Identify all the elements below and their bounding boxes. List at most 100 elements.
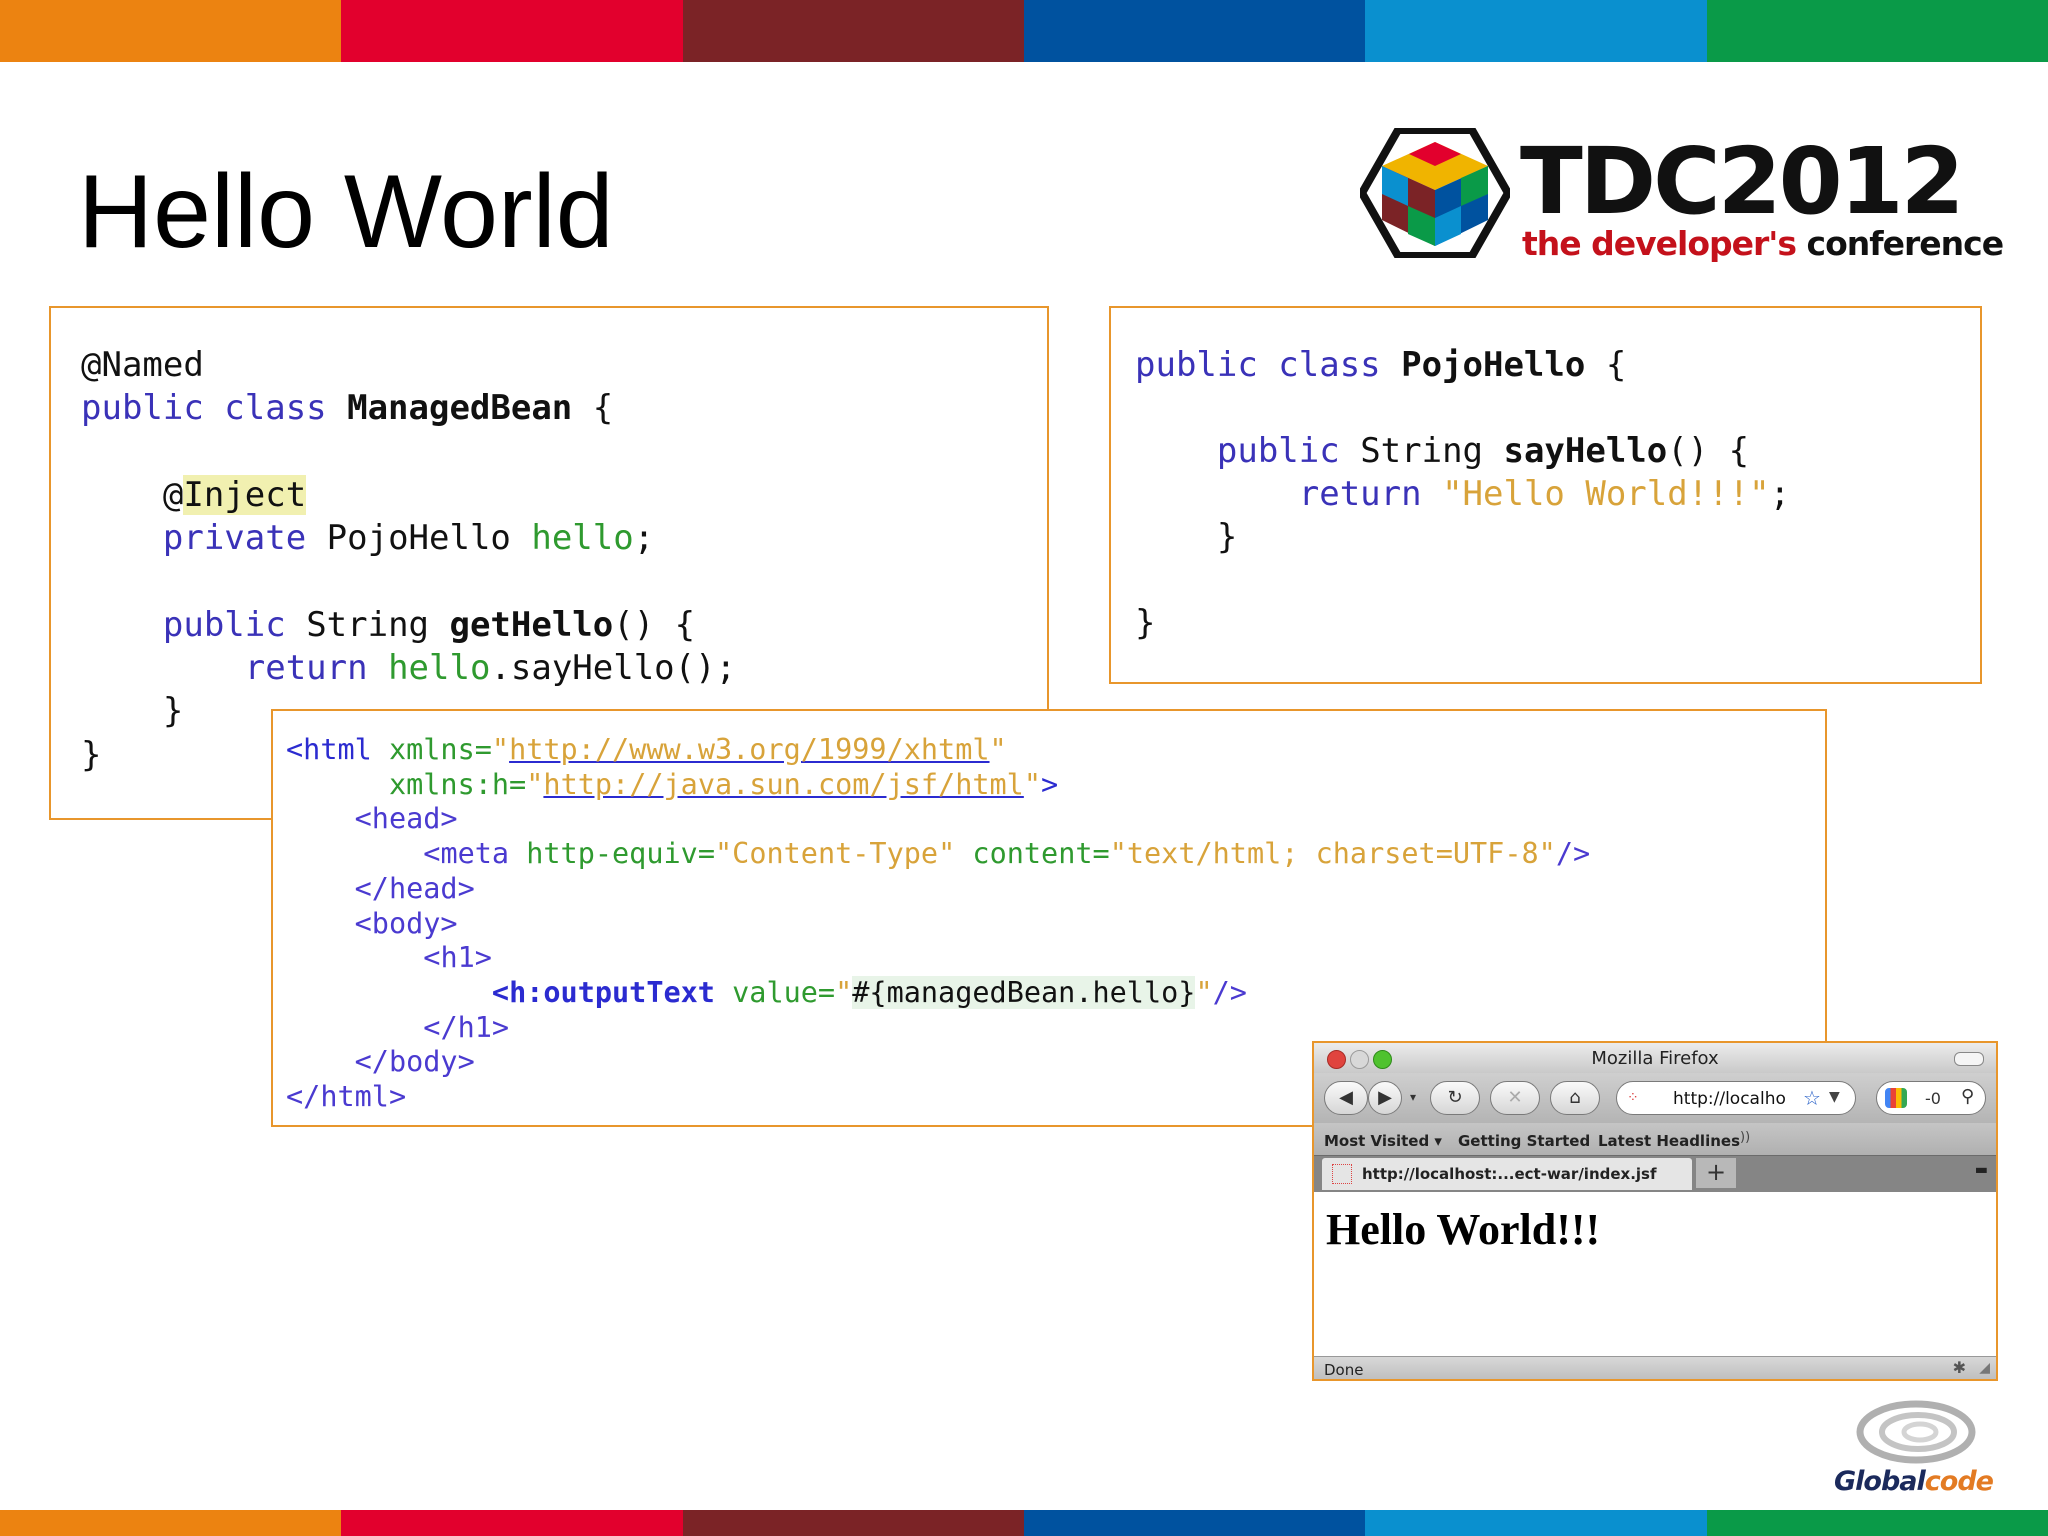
xmlns-url-link[interactable]: http://www.w3.org/1999/xhtml [509, 733, 989, 766]
globalcode-wordmark: Globalcode [1834, 1466, 1994, 1497]
inject-annotation: Inject [183, 474, 307, 515]
tdc-tagline-part2: conference [1806, 224, 2005, 263]
history-dropdown-icon[interactable]: ▾ [1406, 1081, 1420, 1115]
stripe-segment [1023, 1510, 1366, 1536]
home-button[interactable]: ⌂ [1550, 1081, 1600, 1115]
tab-favicon-icon [1332, 1164, 1352, 1184]
pojo-hello-code: public class PojoHello { public String s… [1135, 344, 1790, 645]
stripe-segment [1706, 0, 2048, 62]
status-bar: Done ✱ ◢ [1314, 1356, 1996, 1379]
tdc-tagline-part1: the developer's [1522, 224, 1797, 263]
method-close-brace: } [162, 691, 184, 732]
pojo-return-string: "Hello World!!!" [1442, 474, 1770, 514]
pojo-class-keyword: public class [1135, 345, 1402, 385]
bookmark-star-icon[interactable]: ☆ [1803, 1086, 1821, 1110]
xmlns-h-url-link[interactable]: http://java.sun.com/jsf/html [543, 768, 1023, 801]
tdc-logo: TDC2012 the developer's conference [1360, 128, 2004, 268]
inject-at: @ [162, 474, 184, 515]
bookmarks-toolbar: Most Visited ▾ Getting Started Latest He… [1314, 1123, 1996, 1155]
tab-bar: http://localhost:...ect-war/index.jsf + … [1314, 1155, 1996, 1192]
pojo-method-name: sayHello [1503, 431, 1668, 471]
return-keyword: return [244, 648, 389, 689]
pojo-open-brace: { [1585, 345, 1627, 385]
back-button[interactable]: ◀ [1324, 1081, 1368, 1115]
private-keyword: private [162, 518, 327, 559]
status-text: Done [1324, 1361, 1364, 1379]
field-name: hello [531, 518, 634, 559]
reload-button[interactable]: ↻ [1430, 1081, 1480, 1115]
window-title: Mozilla Firefox [1591, 1048, 1719, 1069]
new-tab-button[interactable]: + [1696, 1158, 1736, 1188]
bookmark-latest-headlines[interactable]: Latest Headlines [1598, 1132, 1740, 1150]
url-text[interactable]: http://localho [1673, 1089, 1786, 1109]
pojo-method-end: () { [1667, 431, 1750, 471]
search-text[interactable]: -0 [1925, 1089, 1941, 1108]
stripe-segment [341, 1510, 683, 1536]
class-name: ManagedBean [347, 388, 573, 429]
pojo-class-close: } [1135, 603, 1156, 643]
globalcode-part1: Global [1834, 1466, 1926, 1497]
pojo-return-semicolon: ; [1769, 474, 1791, 514]
pojo-method-public: public [1216, 431, 1361, 471]
stripe-segment [1365, 1510, 1707, 1536]
pojo-class-name: PojoHello [1401, 345, 1586, 385]
method-name: getHello [449, 604, 614, 645]
bookmark-getting-started[interactable]: Getting Started [1458, 1132, 1590, 1150]
toolbar-toggle-button[interactable] [1954, 1052, 1984, 1066]
page-content: Hello World!!! [1314, 1192, 1996, 1347]
meta-content: text/html; charset=UTF-8 [1126, 837, 1539, 871]
stripe-segment [682, 1510, 1024, 1536]
tdc-name: TDC2012 [1520, 128, 1965, 235]
tab-label: http://localhost:...ect-war/index.jsf [1362, 1165, 1657, 1183]
pojo-return-keyword: return [1298, 474, 1443, 514]
return-call: .sayHello(); [490, 648, 737, 689]
stripe-segment [1706, 1510, 2048, 1536]
url-bar[interactable]: ⁘ http://localho ☆ ▼ [1616, 1081, 1856, 1115]
tdc-tagline: the developer's conference [1522, 224, 2005, 263]
class-close-brace: } [81, 734, 102, 775]
stripe-segment [1365, 0, 1707, 62]
tab-index-jsf[interactable]: http://localhost:...ect-war/index.jsf [1322, 1158, 1692, 1190]
navigation-toolbar: ◀ ▶ ▾ ↻ ✕ ⌂ ⁘ http://localho ☆ ▼ -0 ⚲ [1314, 1073, 1996, 1123]
pojo-method-type: String [1360, 431, 1504, 471]
method-public-keyword: public [162, 604, 307, 645]
stripe-segment [1023, 0, 1366, 62]
output-value-expression: #{managedBean.hello} [852, 975, 1196, 1009]
globalcode-logo: Globalcode [1826, 1398, 1996, 1508]
field-semicolon: ; [633, 518, 655, 559]
resize-grip-icon[interactable]: ◢ [1979, 1360, 1990, 1376]
stripe-segment [0, 1510, 342, 1536]
slide-title: Hello World [78, 154, 614, 270]
page-heading: Hello World!!! [1326, 1205, 1601, 1254]
globalcode-part2: code [1924, 1466, 1994, 1497]
top-color-stripe [0, 0, 2048, 62]
firefox-window: Mozilla Firefox ◀ ▶ ▾ ↻ ✕ ⌂ ⁘ http://loc… [1312, 1041, 1998, 1381]
globalcode-swirl-icon [1856, 1400, 1976, 1464]
stop-button[interactable]: ✕ [1490, 1081, 1540, 1115]
search-engine-icon[interactable] [1885, 1088, 1907, 1108]
search-icon[interactable]: ⚲ [1961, 1086, 1974, 1107]
bug-icon: ✱ [1952, 1358, 1966, 1377]
pojo-hello-code-box: public class PojoHello { public String s… [1109, 306, 1982, 684]
return-field: hello [388, 648, 491, 689]
meta-http-equiv: Content-Type [732, 837, 939, 871]
bottom-color-stripe [0, 1510, 2048, 1536]
bookmark-most-visited[interactable]: Most Visited ▾ [1324, 1132, 1442, 1150]
pojo-method-close: } [1216, 517, 1238, 557]
stripe-segment [0, 0, 342, 62]
site-identity-icon: ⁘ [1627, 1090, 1639, 1106]
method-signature-end: () { [613, 604, 696, 645]
rss-icon: )) [1740, 1130, 1751, 1145]
stripe-segment [682, 0, 1024, 62]
window-titlebar: Mozilla Firefox [1314, 1043, 1996, 1073]
class-keyword: public class [81, 388, 348, 429]
tab-list-icon[interactable]: ▬ [1975, 1162, 1988, 1178]
forward-button[interactable]: ▶ [1368, 1081, 1402, 1115]
url-dropdown-icon[interactable]: ▼ [1829, 1089, 1840, 1105]
cube-logo-icon [1360, 128, 1510, 258]
search-bar[interactable]: -0 ⚲ [1876, 1081, 1986, 1115]
bookmark-most-visited-label: Most Visited [1324, 1132, 1430, 1150]
annotation-named: @Named [81, 345, 204, 385]
field-type: PojoHello [326, 518, 532, 559]
class-open-brace: { [572, 388, 614, 429]
